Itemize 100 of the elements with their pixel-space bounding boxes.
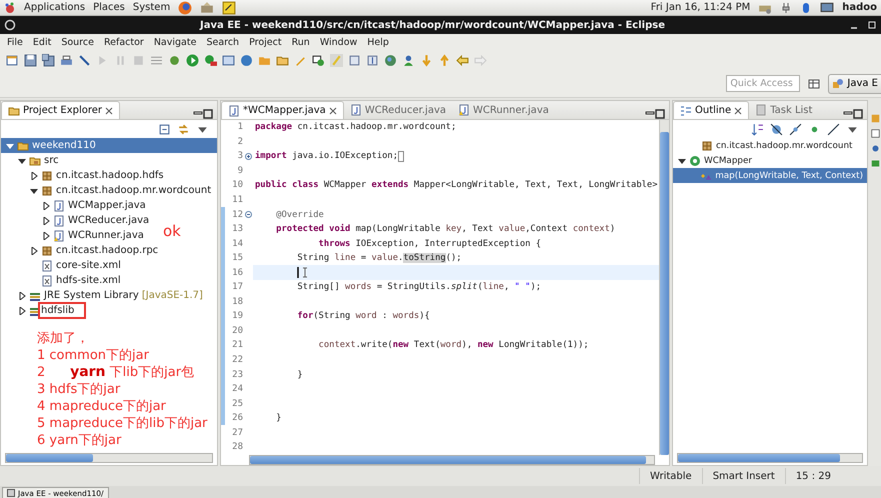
menu-item[interactable]: Project [244, 36, 287, 48]
pin-icon[interactable] [78, 54, 91, 66]
line-number: 10 [231, 179, 244, 192]
editor-tab[interactable]: *WCMapper.java [221, 101, 344, 119]
horizontal-scrollbar[interactable] [249, 455, 655, 465]
close-icon[interactable] [734, 106, 742, 114]
tree-item[interactable]: WCMapper.java [1, 198, 150, 213]
paragraph-icon[interactable] [366, 54, 379, 66]
panel-tab[interactable]: Project Explorer [1, 101, 120, 119]
menu-item[interactable]: Edit [28, 36, 56, 48]
expand-fold-icon[interactable] [245, 152, 252, 160]
new-window-icon[interactable] [6, 54, 19, 66]
perspective-icon [832, 78, 844, 90]
horizontal-scrollbar[interactable] [5, 453, 213, 463]
folder-icon [29, 154, 41, 166]
hide-static-icon[interactable] [789, 122, 802, 136]
package-icon [701, 140, 713, 152]
tree-item[interactable]: cn.itcast.hadoop.hdfs [1, 168, 168, 183]
back-icon[interactable] [456, 54, 469, 66]
save-icon[interactable] [24, 54, 37, 66]
collapse-fold-icon[interactable] [245, 211, 252, 218]
sort-icon[interactable] [751, 122, 764, 136]
run-icon[interactable] [186, 54, 199, 66]
text-cursor-icon [297, 267, 309, 278]
code-line: throws IOException, InterruptedException { [318, 238, 542, 249]
code-line: package cn.itcast.hadoop.mr.wordcount; [255, 122, 456, 132]
line-number: 9 [236, 164, 244, 178]
vertical-scrollbar[interactable] [659, 120, 669, 455]
code-line: protected void map(LongWritable key, Text value,Context context) [275, 224, 616, 234]
editor-tab[interactable]: WCRunner.java [452, 101, 555, 119]
line-number: 25 [221, 396, 245, 411]
perspective-button[interactable]: Java E [828, 74, 881, 94]
globe-icon[interactable] [240, 54, 253, 66]
line-number: 28 [231, 441, 244, 454]
window-icon[interactable] [222, 54, 235, 66]
maximize-icon[interactable] [853, 109, 863, 119]
tree-item[interactable]: cn.itcast.hadoop.mr.wordcount [1, 183, 216, 198]
collapse-icon[interactable] [158, 122, 171, 136]
tree-item[interactable]: JRE System Library [JavaSE-1.7] [1, 288, 207, 303]
tree-item[interactable]: WCMapper [673, 153, 756, 168]
tree-item[interactable]: WCReducer.java [1, 213, 154, 228]
annotation-icon[interactable] [312, 54, 325, 66]
menu-item[interactable]: Window [314, 36, 362, 48]
code-line: context.write(new Text(word), new LongWritable(1)); [318, 340, 589, 350]
tree-item[interactable]: src [1, 153, 63, 168]
file-icon [41, 260, 53, 272]
maximize-icon[interactable] [655, 109, 665, 119]
status-field: Writable [639, 468, 702, 484]
expanded-arrow-icon[interactable] [678, 156, 686, 164]
quick-access-field[interactable]: Quick Access [726, 75, 800, 92]
line-number: 22 [221, 352, 245, 368]
annotation-text: 6 yarn下的jar [37, 432, 122, 449]
annotation-text: ok [163, 222, 181, 240]
window-grid-icon [808, 78, 820, 90]
user-name[interactable]: hadoo [842, 2, 877, 13]
hide-fields-icon[interactable] [770, 122, 783, 136]
tree-item[interactable]: cn.itcast.hadoop.mr.wordcount [673, 138, 856, 153]
tree-item[interactable]: weekend110 [1, 138, 217, 153]
editor-tab[interactable]: WCReducer.java [344, 101, 452, 119]
folded-code-icon[interactable] [398, 150, 404, 162]
tree-item[interactable]: hdfs-site.xml [1, 273, 125, 288]
close-icon[interactable] [105, 106, 114, 114]
window-icon [7, 489, 15, 497]
maximize-icon[interactable] [203, 109, 213, 119]
horizontal-scrollbar[interactable] [677, 453, 863, 463]
clock[interactable]: Fri Jan 16, 11:24 PM [650, 2, 750, 13]
status-field: 15 : 29 [784, 468, 841, 484]
annotation-text: 2 yarn 下lib下的jar包 [37, 364, 196, 381]
collapsed-arrow-icon[interactable] [30, 172, 38, 180]
tree-item[interactable]: map(LongWritable, Text, Context) [673, 168, 867, 183]
menu-item[interactable]: File [2, 36, 28, 48]
panel-menu[interactable]: Places [93, 2, 125, 13]
menu-item[interactable]: Navigate [148, 36, 202, 48]
menu-item[interactable]: Search [201, 36, 244, 48]
run-stop-icon[interactable] [204, 54, 217, 66]
window-icon [871, 129, 880, 138]
file-icon [228, 104, 240, 116]
panel-tab[interactable]: Outline [673, 101, 750, 119]
menu-item[interactable]: Run [286, 36, 315, 48]
menu-item[interactable]: Help [362, 36, 394, 48]
tree-item[interactable]: core-site.xml [1, 258, 125, 273]
panel-menu[interactable]: Applications [24, 2, 86, 13]
globe-icon[interactable] [384, 54, 397, 66]
block-icon[interactable] [348, 54, 361, 66]
line-number: 16 [221, 265, 245, 280]
annotation-text: 添加了， [37, 330, 90, 347]
tree-item[interactable]: WCRunner.java [1, 228, 148, 243]
menu-item[interactable]: Refactor [98, 36, 149, 48]
file-icon [53, 214, 65, 226]
code-line: } [296, 370, 303, 380]
package-icon [41, 184, 53, 196]
panel-menu[interactable]: System [132, 2, 170, 13]
open-folder-icon[interactable] [276, 54, 289, 66]
close-icon[interactable] [328, 106, 337, 114]
panel-tab[interactable]: Task List [749, 101, 818, 119]
menu-item[interactable]: Source [56, 36, 99, 48]
code-line: String line = value.toString(); [296, 253, 462, 264]
tree-item[interactable]: cn.itcast.hadoop.rpc [1, 243, 162, 258]
expanded-arrow-icon[interactable] [30, 186, 38, 194]
save-all-icon[interactable] [42, 54, 55, 66]
